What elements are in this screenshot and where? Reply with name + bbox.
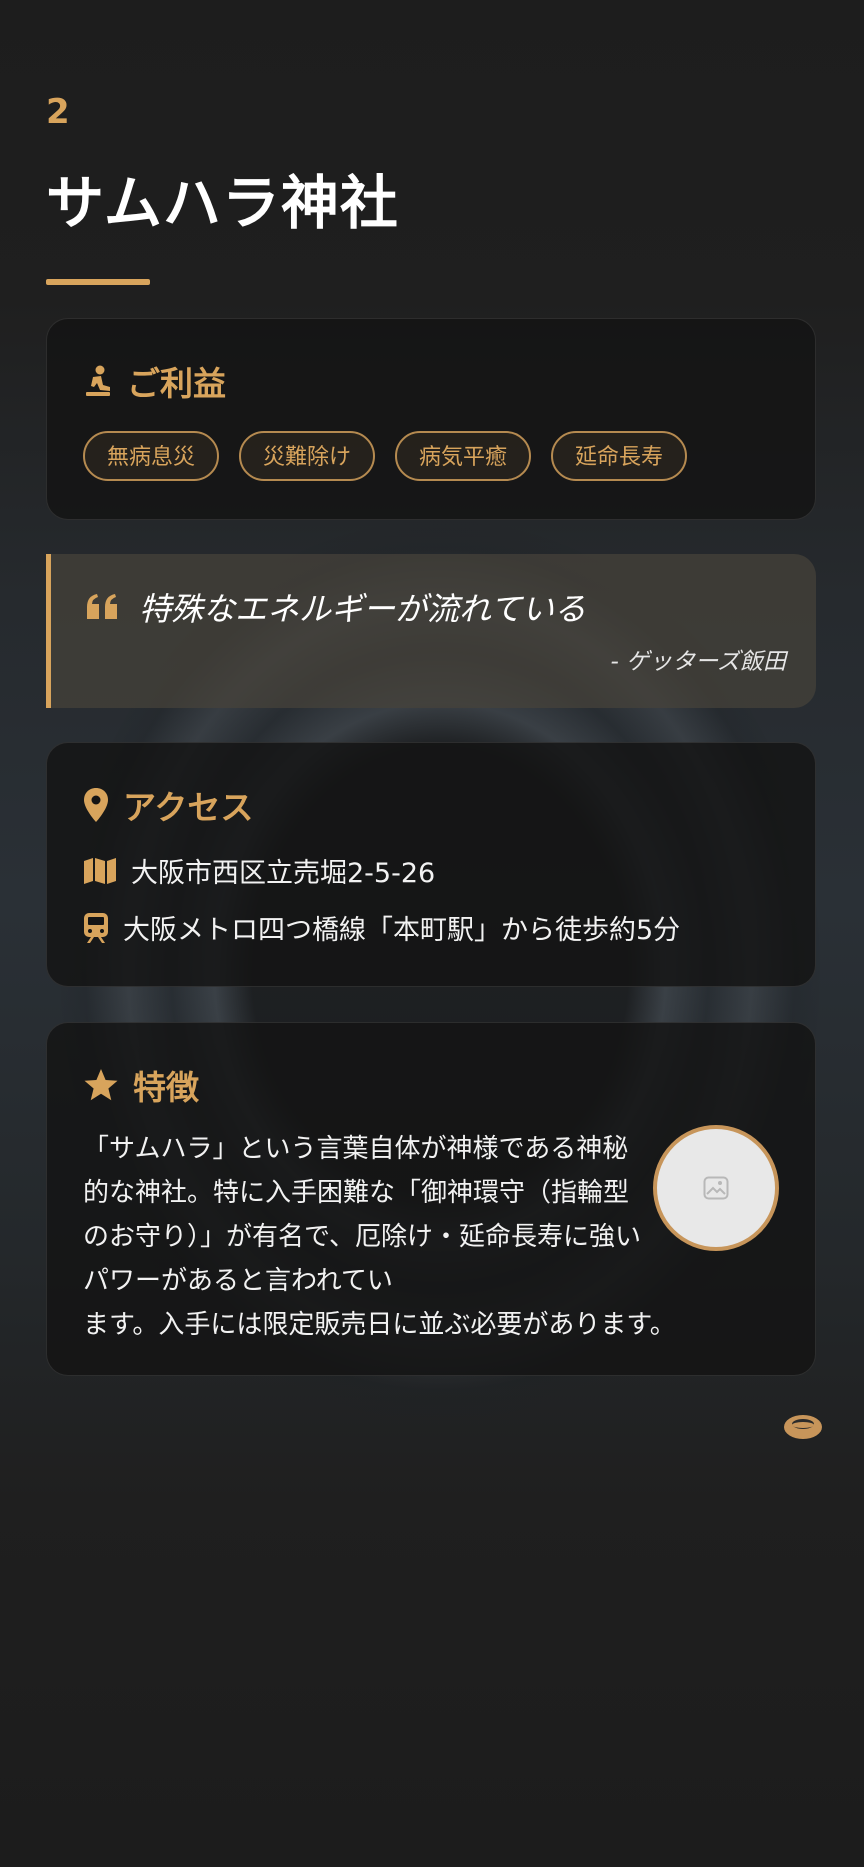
address-line: 大阪市西区立売堀2-5-26: [83, 851, 779, 890]
benefit-tag: 無病息災: [83, 431, 220, 481]
address-text: 大阪市西区立売堀2-5-26: [131, 858, 436, 889]
feature-text-main: 「サムハラ」という言葉自体が神様である神秘的な神社。特に入手困難な「御神環守（指…: [83, 1134, 641, 1296]
feature-description: 「サムハラ」という言葉自体が神様である神秘的な神社。特に入手困難な「御神環守（指…: [83, 1127, 676, 1347]
ring-icon: [784, 1415, 822, 1439]
transit-line: 大阪メトロ四つ橋線「本町駅」から徒歩約5分: [83, 908, 779, 947]
quote-block: 特殊なエネルギーが流れている - ゲッターズ飯田: [46, 554, 816, 708]
map-pin-icon: [84, 788, 108, 822]
features-header: 特徴: [83, 1061, 779, 1109]
quote-text: 特殊なエネルギーが流れている: [139, 590, 587, 628]
star-icon: [84, 1069, 118, 1101]
benefit-tag: 病気平癒: [395, 431, 532, 481]
shrine-image[interactable]: [653, 1125, 779, 1251]
quote-author: - ゲッターズ飯田: [610, 649, 786, 675]
image-placeholder-icon: [703, 1176, 729, 1200]
benefits-header: ご利益: [83, 357, 779, 405]
feature-text-tail: ます。入手には限定販売日に並ぶ必要があります。: [83, 1310, 676, 1340]
train-icon: [84, 912, 108, 943]
features-heading: 特徴: [133, 1068, 199, 1107]
quote-row: 特殊なエネルギーが流れている: [85, 584, 786, 630]
access-header: アクセス: [83, 781, 779, 829]
benefits-heading: ご利益: [127, 364, 226, 403]
feature-body: 「サムハラ」という言葉自体が神様である神秘的な神社。特に入手困難な「御神環守（指…: [83, 1125, 779, 1347]
title-divider: [46, 279, 150, 285]
map-icon: [84, 857, 116, 884]
access-card: アクセス 大阪市西区立売堀2-5-26 大阪メトロ四つ橋線「本町駅」から徒歩約5…: [46, 742, 816, 987]
benefit-tags: 無病息災 災難除け 病気平癒 延命長寿: [83, 431, 779, 481]
shrine-number: 2: [46, 92, 70, 132]
access-heading: アクセス: [123, 788, 254, 827]
transit-text: 大阪メトロ四つ橋線「本町駅」から徒歩約5分: [123, 915, 681, 946]
quote-icon: [87, 594, 117, 619]
benefit-tag: 災難除け: [239, 431, 376, 481]
benefits-card: ご利益 無病息災 災難除け 病気平癒 延命長寿: [46, 318, 816, 520]
benefit-tag: 延命長寿: [551, 431, 688, 481]
praying-person-icon: [86, 365, 110, 396]
page-title: サムハラ神社: [46, 169, 399, 237]
features-card: 特徴 「サムハラ」という言葉自体が神様である神秘的な神社。特に入手困難な「御神環…: [46, 1022, 816, 1376]
